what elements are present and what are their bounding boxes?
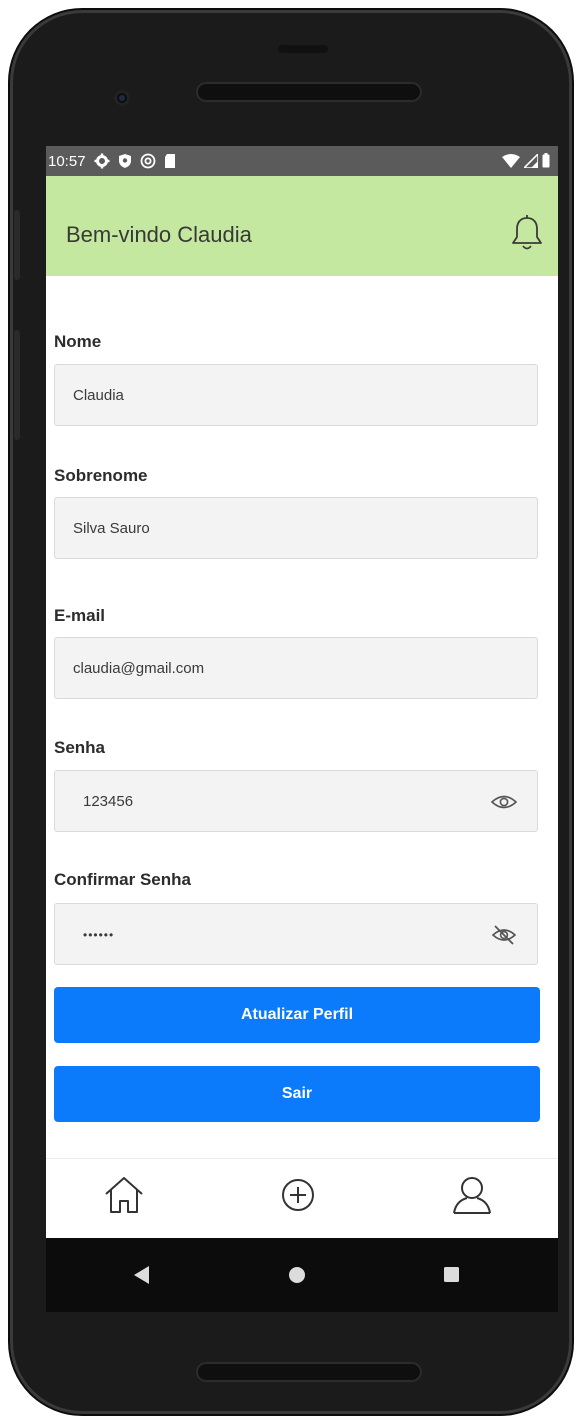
at-icon — [140, 153, 155, 169]
update-profile-button[interactable]: Atualizar Perfil — [54, 987, 540, 1043]
top-sensor — [278, 45, 328, 53]
confirmar-senha-value: •••••• — [83, 928, 115, 942]
email-label: E-mail — [54, 606, 106, 625]
nome-field[interactable]: Claudia — [54, 364, 538, 426]
home-dot-icon[interactable] — [289, 1267, 305, 1283]
senha-value: 123456 — [83, 793, 134, 810]
volume-button — [14, 210, 20, 280]
nome-label: Nome — [54, 332, 102, 351]
logout-button[interactable]: Sair — [54, 1066, 540, 1122]
status-time: 10:57 — [48, 152, 86, 170]
email-field[interactable]: claudia@gmail.com — [54, 637, 538, 699]
confirmar-senha-field[interactable]: •••••• — [54, 903, 538, 965]
signal-icon — [524, 153, 538, 168]
email-value: claudia@gmail.com — [73, 660, 205, 677]
user-icon[interactable] — [450, 1173, 494, 1217]
senha-field[interactable]: 123456 — [54, 770, 538, 832]
app-screen: 10:57 Bem-vindo Claudia Nome Claudia Sob… — [46, 146, 558, 1312]
settings-icon — [94, 153, 110, 169]
sobrenome-field[interactable]: Silva Sauro — [54, 497, 538, 559]
home-icon[interactable] — [102, 1173, 146, 1217]
nome-value: Claudia — [73, 387, 124, 404]
add-circle-icon[interactable] — [276, 1173, 320, 1217]
senha-label: Senha — [54, 738, 106, 757]
system-navigation-bar — [46, 1238, 558, 1312]
recents-icon[interactable] — [444, 1267, 459, 1282]
shield-icon — [118, 154, 131, 168]
sd-card-icon — [164, 154, 175, 168]
confirmar-senha-label: Confirmar Senha — [54, 870, 191, 889]
power-button — [14, 330, 20, 440]
welcome-title: Bem-vindo Claudia — [66, 222, 252, 247]
status-bar: 10:57 — [46, 146, 558, 176]
bottom-speaker — [196, 1362, 422, 1382]
back-icon[interactable] — [134, 1266, 150, 1284]
front-camera — [114, 90, 130, 106]
wifi-icon — [502, 153, 520, 168]
bell-icon[interactable] — [510, 214, 544, 252]
eye-off-icon[interactable] — [491, 922, 517, 948]
eye-icon[interactable] — [491, 789, 517, 815]
battery-icon — [542, 153, 550, 168]
app-header: Bem-vindo Claudia — [46, 176, 558, 276]
bottom-navigation — [46, 1158, 558, 1239]
sobrenome-value: Silva Sauro — [73, 520, 150, 537]
sobrenome-label: Sobrenome — [54, 466, 148, 485]
earpiece-speaker — [196, 82, 422, 102]
